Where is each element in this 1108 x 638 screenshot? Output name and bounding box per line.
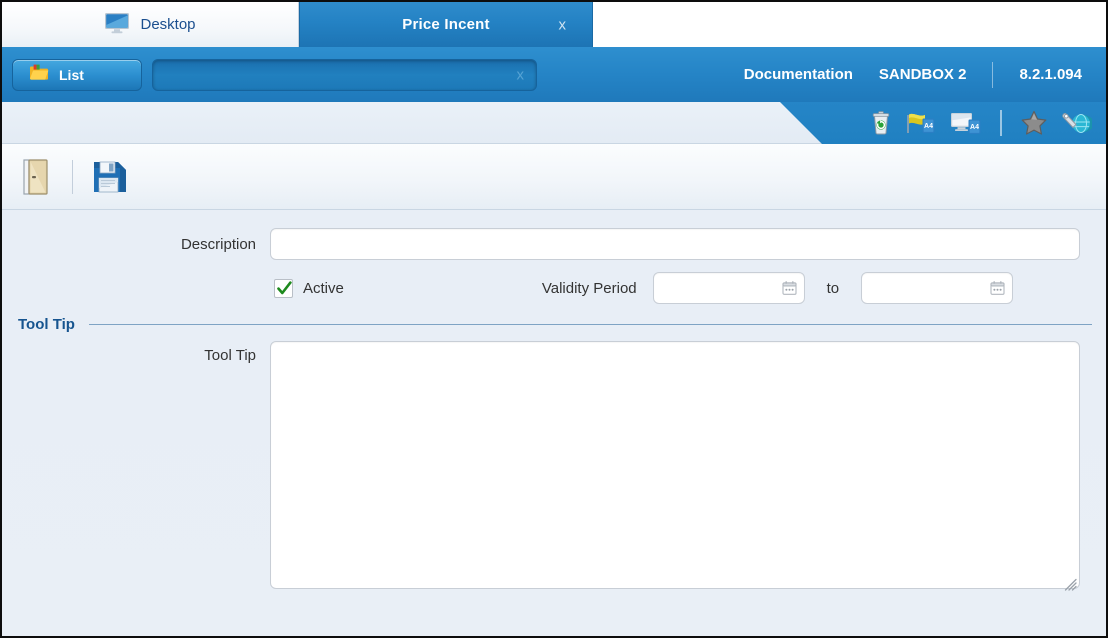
- tooltip-section-header: Tool Tip: [2, 316, 1106, 333]
- active-checkbox[interactable]: [274, 278, 293, 298]
- sandbox-label[interactable]: SANDBOX 2: [879, 66, 967, 83]
- validity-from-field[interactable]: [652, 272, 805, 304]
- documentation-link[interactable]: Documentation: [744, 66, 853, 83]
- calendar-icon[interactable]: [782, 281, 797, 296]
- star-icon[interactable]: [1020, 110, 1048, 136]
- form-body: Description Active Validity Period to To…: [2, 210, 1106, 636]
- tooltip-textarea[interactable]: [270, 341, 1080, 589]
- calendar-icon[interactable]: [990, 281, 1005, 296]
- description-input[interactable]: [270, 228, 1080, 260]
- tooltip-textarea-wrap: [270, 341, 1080, 594]
- svg-text:A4: A4: [924, 123, 933, 130]
- tab-close-icon[interactable]: x: [559, 16, 567, 33]
- description-label: Description: [180, 235, 256, 253]
- search-clear-icon[interactable]: x: [517, 66, 525, 83]
- search-input[interactable]: [153, 59, 536, 90]
- flag-a4-icon[interactable]: A4: [906, 111, 936, 135]
- tooltip-row: Tool Tip: [2, 341, 1106, 594]
- tooltip-label: Tool Tip: [204, 347, 256, 364]
- tab-price-incent-label: Price Incent: [402, 16, 490, 33]
- list-button-label: List: [59, 66, 84, 83]
- version-label: 8.2.1.094: [1019, 66, 1082, 83]
- validity-to-field[interactable]: [861, 272, 1014, 304]
- command-bar: List x Documentation SANDBOX 2 8.2.1.094: [2, 47, 1106, 102]
- icon-row: A4 A4: [2, 102, 1106, 144]
- description-row: Description: [2, 228, 1106, 260]
- icon-row-divider: [1000, 110, 1002, 136]
- recycle-bin-icon[interactable]: [870, 111, 892, 135]
- svg-text:A4: A4: [970, 124, 979, 131]
- tab-desktop[interactable]: Desktop: [2, 2, 299, 47]
- application-window: Desktop Price Incent x List x Documentat…: [0, 0, 1108, 638]
- folder-icon: [29, 64, 49, 86]
- tab-price-incent[interactable]: Price Incent x: [299, 2, 593, 47]
- active-label: Active: [303, 279, 344, 297]
- tooltip-section-title: Tool Tip: [18, 316, 75, 333]
- validity-to-label: to: [826, 279, 840, 297]
- icon-row-panel: [2, 102, 822, 144]
- command-bar-right: Documentation SANDBOX 2 8.2.1.094: [744, 61, 1096, 88]
- save-floppy-icon[interactable]: [89, 156, 131, 198]
- active-validity-row: Active Validity Period to: [2, 272, 1106, 304]
- screen-a4-icon[interactable]: A4: [950, 111, 982, 135]
- form-toolbar: [2, 144, 1106, 210]
- monitor-icon: [104, 12, 130, 38]
- list-button[interactable]: List: [12, 58, 142, 91]
- command-bar-divider: [992, 61, 994, 88]
- globe-link-icon[interactable]: [1062, 110, 1094, 136]
- validity-period-label: Validity Period: [541, 279, 637, 297]
- tab-strip: Desktop Price Incent x: [2, 2, 1106, 47]
- section-divider-line: [88, 324, 1092, 325]
- exit-door-icon[interactable]: [18, 155, 56, 199]
- icon-row-icons: A4 A4: [870, 110, 1094, 136]
- search-box[interactable]: x: [152, 58, 537, 91]
- tab-desktop-label: Desktop: [140, 16, 196, 33]
- toolbar-divider: [72, 159, 73, 194]
